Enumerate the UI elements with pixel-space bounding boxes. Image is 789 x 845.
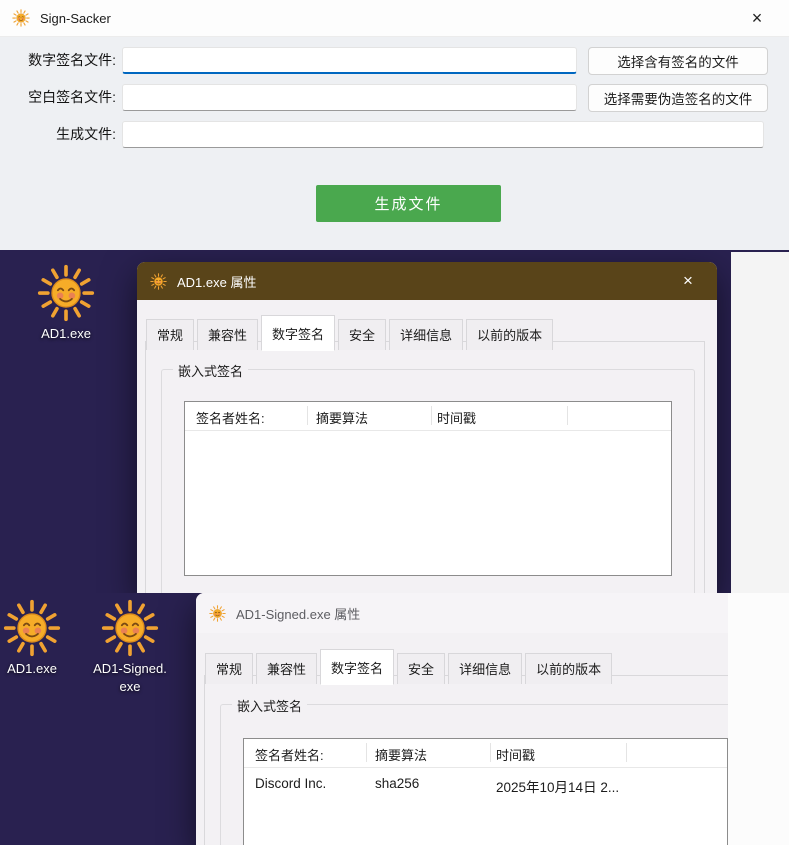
desktop-icon-ad1[interactable]: AD1.exe bbox=[33, 264, 99, 343]
icon-label: AD1.exe bbox=[41, 325, 91, 343]
file-sun-icon bbox=[209, 605, 226, 622]
background-window-edge bbox=[731, 252, 789, 593]
file-sun-icon bbox=[150, 273, 167, 290]
tab-security[interactable]: 安全 bbox=[397, 653, 445, 684]
desktop-band-unsigned: AD1.exe AD1.exe 属性 × 常规 兼容性 数字签名 安全 详细信息… bbox=[0, 250, 789, 593]
column-signer[interactable]: 签名者姓名: bbox=[255, 745, 324, 764]
embedded-signatures-group: 嵌入式签名 签名者姓名: 摘要算法 时间戳 Discord Inc. bbox=[220, 704, 754, 845]
column-divider bbox=[626, 743, 627, 762]
tab-compatibility[interactable]: 兼容性 bbox=[197, 319, 258, 350]
timestamp-cell: 2025年10月14日 2... bbox=[496, 776, 619, 796]
group-label: 嵌入式签名 bbox=[232, 696, 307, 715]
list-header: 签名者姓名: 摘要算法 时间戳 bbox=[244, 739, 727, 768]
blank-file-label: 空白签名文件: bbox=[0, 84, 116, 111]
output-file-label: 生成文件: bbox=[0, 121, 116, 148]
column-divider bbox=[567, 406, 568, 425]
tab-digital-signatures[interactable]: 数字签名 bbox=[320, 649, 394, 685]
dialog-title: AD1.exe 属性 bbox=[177, 272, 256, 291]
select-target-file-button[interactable]: 选择需要伪造签名的文件 bbox=[588, 84, 768, 112]
tab-digital-signatures[interactable]: 数字签名 bbox=[261, 315, 335, 351]
tab-security[interactable]: 安全 bbox=[338, 319, 386, 350]
tab-page: 嵌入式签名 签名者姓名: 摘要算法 时间戳 bbox=[145, 341, 705, 593]
column-timestamp[interactable]: 时间戳 bbox=[496, 745, 535, 764]
column-divider bbox=[490, 743, 491, 762]
group-label: 嵌入式签名 bbox=[173, 361, 248, 380]
column-timestamp[interactable]: 时间戳 bbox=[437, 408, 476, 427]
app-sun-icon bbox=[12, 9, 30, 27]
window-title: Sign-Sacker bbox=[40, 11, 111, 26]
tab-compatibility[interactable]: 兼容性 bbox=[256, 653, 317, 684]
tabstrip: 常规 兼容性 数字签名 安全 详细信息 以前的版本 bbox=[146, 315, 553, 350]
desktop-screen: Sign-Sacker × 数字签名文件: 选择含有签名的文件 空白签名文件: … bbox=[0, 0, 789, 845]
desktop-icon-ad1-signed[interactable]: AD1-Signed. exe bbox=[84, 599, 176, 696]
signature-list[interactable]: 签名者姓名: 摘要算法 时间戳 Discord Inc. sha256 2025… bbox=[243, 738, 728, 845]
sign-sacker-window: Sign-Sacker × 数字签名文件: 选择含有签名的文件 空白签名文件: … bbox=[0, 0, 789, 250]
tab-previous-versions[interactable]: 以前的版本 bbox=[525, 653, 612, 684]
select-signed-file-button[interactable]: 选择含有签名的文件 bbox=[588, 47, 768, 75]
close-icon[interactable]: × bbox=[671, 262, 705, 300]
desktop-band-signed: AD1.exe AD1-Signed. exe AD1-Signed.exe 属… bbox=[0, 593, 789, 845]
blank-file-input[interactable] bbox=[122, 84, 577, 111]
sun-file-icon bbox=[3, 599, 61, 657]
column-digest[interactable]: 摘要算法 bbox=[375, 745, 427, 764]
properties-dialog-unsigned: AD1.exe 属性 × 常规 兼容性 数字签名 安全 详细信息 以前的版本 嵌… bbox=[137, 262, 717, 593]
column-divider bbox=[431, 406, 432, 425]
background-window-edge bbox=[728, 593, 789, 845]
column-divider bbox=[307, 406, 308, 425]
list-header: 签名者姓名: 摘要算法 时间戳 bbox=[185, 402, 671, 431]
signed-file-input[interactable] bbox=[122, 47, 577, 74]
properties-dialog-signed: AD1-Signed.exe 属性 常规 兼容性 数字签名 安全 详细信息 以前… bbox=[196, 593, 776, 845]
generate-file-button[interactable]: 生成文件 bbox=[316, 185, 501, 222]
column-signer[interactable]: 签名者姓名: bbox=[196, 408, 265, 427]
dialog-title: AD1-Signed.exe 属性 bbox=[236, 604, 360, 623]
sun-file-icon bbox=[37, 264, 95, 322]
embedded-signatures-group: 嵌入式签名 签名者姓名: 摘要算法 时间戳 bbox=[161, 369, 695, 593]
tab-general[interactable]: 常规 bbox=[205, 653, 253, 684]
tab-previous-versions[interactable]: 以前的版本 bbox=[466, 319, 553, 350]
icon-label: AD1-Signed. exe bbox=[93, 660, 167, 696]
column-divider bbox=[366, 743, 367, 762]
tab-general[interactable]: 常规 bbox=[146, 319, 194, 350]
tabstrip: 常规 兼容性 数字签名 安全 详细信息 以前的版本 bbox=[205, 649, 612, 684]
signed-file-label: 数字签名文件: bbox=[0, 47, 116, 74]
tab-details[interactable]: 详细信息 bbox=[389, 319, 463, 350]
icon-label: AD1.exe bbox=[7, 660, 57, 678]
signature-row[interactable]: Discord Inc. sha256 2025年10月14日 2... bbox=[244, 768, 727, 798]
tab-details[interactable]: 详细信息 bbox=[448, 653, 522, 684]
sun-file-icon bbox=[101, 599, 159, 657]
dialog-titlebar[interactable]: AD1.exe 属性 × bbox=[137, 262, 717, 300]
close-icon[interactable]: × bbox=[739, 0, 775, 36]
signature-list[interactable]: 签名者姓名: 摘要算法 时间戳 bbox=[184, 401, 672, 576]
signer-name-cell: Discord Inc. bbox=[255, 776, 326, 791]
tab-page: 嵌入式签名 签名者姓名: 摘要算法 时间戳 Discord Inc. bbox=[204, 675, 764, 845]
digest-cell: sha256 bbox=[375, 776, 419, 791]
output-file-input[interactable] bbox=[122, 121, 764, 148]
sign-sacker-titlebar[interactable]: Sign-Sacker × bbox=[0, 0, 789, 37]
dialog-titlebar[interactable]: AD1-Signed.exe 属性 bbox=[196, 593, 776, 633]
column-digest[interactable]: 摘要算法 bbox=[316, 408, 368, 427]
desktop-icon-ad1-2[interactable]: AD1.exe bbox=[0, 599, 64, 678]
